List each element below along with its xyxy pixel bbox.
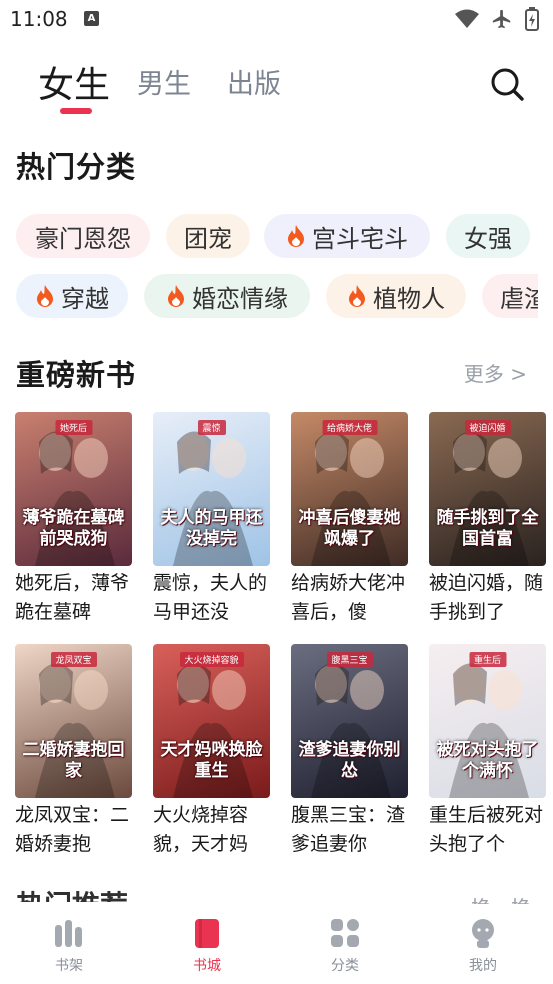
book-cover[interactable]: 震惊夫人的马甲还没掉完 xyxy=(153,412,270,566)
cover-tag: 她死后 xyxy=(54,420,93,435)
book-title[interactable]: 震惊，夫人的马甲还没 xyxy=(153,569,270,627)
book-cover[interactable]: 龙凤双宝二婚娇妻抱回家 xyxy=(15,644,132,798)
status-time: 11:08 xyxy=(10,7,68,31)
book-cover[interactable]: 重生后被死对头抱了个满怀 xyxy=(429,644,546,798)
book-cover[interactable]: 大火烧掉容貌天才妈咪换脸重生 xyxy=(153,644,270,798)
cover-title: 天才妈咪换脸重生 xyxy=(160,740,263,781)
book-card[interactable]: 腹黑三宝渣爹追妻你别怂腹黑三宝：渣爹追妻你 xyxy=(291,644,408,859)
nav-shelf-label: 书架 xyxy=(55,958,83,974)
cover-title: 随手挑到了全国首富 xyxy=(436,508,539,549)
cover-tag: 重生后 xyxy=(468,652,507,667)
cover-tag: 给病娇大佬 xyxy=(321,420,378,435)
channel-tabs: 女生 男生 出版 xyxy=(0,52,553,122)
book-title[interactable]: 她死后，薄爷跪在墓碑 xyxy=(15,569,132,627)
category-chip[interactable]: 宫斗宅斗 xyxy=(264,214,430,258)
book-cover[interactable]: 被迫闪婚随手挑到了全国首富 xyxy=(429,412,546,566)
cover-title: 夫人的马甲还没掉完 xyxy=(160,508,263,549)
category-chip-row-1: 豪门恩怨 团宠 宫斗宅斗 女强 xyxy=(16,214,538,260)
category-chip-label: 婚恋情缘 xyxy=(192,284,288,313)
book-title[interactable]: 重生后被死对头抱了个 xyxy=(429,801,546,859)
category-chip-label: 穿越 xyxy=(61,284,109,313)
book-card[interactable]: 大火烧掉容貌天才妈咪换脸重生大火烧掉容貌，天才妈 xyxy=(153,644,270,859)
cover-tag: 震惊 xyxy=(197,420,226,435)
book-cover[interactable]: 腹黑三宝渣爹追妻你别怂 xyxy=(291,644,408,798)
tab-male[interactable]: 男生 xyxy=(137,62,191,101)
book-title[interactable]: 被迫闪婚，随手挑到了 xyxy=(429,569,546,627)
nav-category-label: 分类 xyxy=(331,958,359,974)
book-title[interactable]: 龙凤双宝：二婚娇妻抱 xyxy=(15,801,132,859)
category-chip[interactable]: 植物人 xyxy=(326,274,466,318)
category-chip[interactable]: 婚恋情缘 xyxy=(144,274,310,318)
category-chip[interactable]: 虐渣 xyxy=(482,274,538,318)
category-chip-label: 女强 xyxy=(464,224,512,253)
category-chip[interactable]: 豪门恩怨 xyxy=(16,214,150,258)
bottom-nav: 书架 书城 分类 我的 xyxy=(0,904,553,984)
book-card[interactable]: 被迫闪婚随手挑到了全国首富被迫闪婚，随手挑到了 xyxy=(429,412,546,627)
book-card[interactable]: 震惊夫人的马甲还没掉完震惊，夫人的马甲还没 xyxy=(153,412,270,627)
category-chip[interactable]: 女强 xyxy=(446,214,530,258)
nav-store[interactable]: 书城 xyxy=(167,916,247,975)
cover-tag: 大火烧掉容貌 xyxy=(179,652,244,667)
flame-icon xyxy=(288,225,304,247)
nav-mine[interactable]: 我的 xyxy=(443,916,523,975)
status-bar: 11:08 A xyxy=(0,0,553,38)
cover-tag: 龙凤双宝 xyxy=(50,652,97,667)
category-icon xyxy=(331,919,359,947)
book-card[interactable]: 重生后被死对头抱了个满怀重生后被死对头抱了个 xyxy=(429,644,546,859)
cover-tag: 被迫闪婚 xyxy=(464,420,511,435)
tab-female[interactable]: 女生 xyxy=(38,56,110,108)
book-card[interactable]: 她死后薄爷跪在墓碑前哭成狗她死后，薄爷跪在墓碑 xyxy=(15,412,132,627)
notification-a-icon: A xyxy=(84,11,99,26)
book-cover[interactable]: 她死后薄爷跪在墓碑前哭成狗 xyxy=(15,412,132,566)
category-chip-label: 豪门恩怨 xyxy=(35,224,131,253)
cover-title: 被死对头抱了个满怀 xyxy=(436,740,539,781)
book-cover[interactable]: 给病娇大佬冲喜后傻妻她飒爆了 xyxy=(291,412,408,566)
category-chip-label: 虐渣 xyxy=(500,284,538,313)
new-books-title: 重磅新书 xyxy=(16,358,137,392)
cover-title: 冲喜后傻妻她飒爆了 xyxy=(298,508,401,549)
flame-icon xyxy=(37,285,53,307)
wifi-icon xyxy=(455,9,479,28)
new-books-more-link[interactable]: 更多 > xyxy=(464,358,527,387)
tab-publish[interactable]: 出版 xyxy=(227,62,281,101)
search-icon[interactable] xyxy=(489,66,525,102)
book-card[interactable]: 龙凤双宝二婚娇妻抱回家龙凤双宝：二婚娇妻抱 xyxy=(15,644,132,859)
nav-shelf[interactable]: 书架 xyxy=(29,916,109,975)
cover-title: 渣爹追妻你别怂 xyxy=(298,740,401,781)
category-chip-label: 宫斗宅斗 xyxy=(312,224,408,253)
book-title[interactable]: 大火烧掉容貌，天才妈 xyxy=(153,801,270,859)
book-card[interactable]: 给病娇大佬冲喜后傻妻她飒爆了给病娇大佬冲喜后，傻 xyxy=(291,412,408,627)
hot-categories-title: 热门分类 xyxy=(16,150,137,184)
category-chip-label: 团宠 xyxy=(184,224,232,253)
nav-store-label: 书城 xyxy=(193,958,221,974)
cover-title: 薄爷跪在墓碑前哭成狗 xyxy=(22,508,125,549)
book-title[interactable]: 腹黑三宝：渣爹追妻你 xyxy=(291,801,408,859)
category-chip-label: 植物人 xyxy=(373,284,445,313)
bookstore-icon xyxy=(195,919,219,948)
tab-active-indicator xyxy=(60,108,92,114)
battery-icon xyxy=(525,7,539,31)
cover-tag: 腹黑三宝 xyxy=(326,652,373,667)
flame-icon xyxy=(168,285,184,307)
flame-icon xyxy=(349,285,365,307)
profile-icon xyxy=(472,919,494,948)
book-title[interactable]: 给病娇大佬冲喜后，傻 xyxy=(291,569,408,627)
bookshelf-icon xyxy=(55,920,82,947)
nav-mine-label: 我的 xyxy=(469,958,497,974)
status-icons xyxy=(455,7,539,31)
airplane-icon xyxy=(492,9,511,29)
category-chip[interactable]: 团宠 xyxy=(166,214,250,258)
cover-title: 二婚娇妻抱回家 xyxy=(22,740,125,781)
category-chip[interactable]: 穿越 xyxy=(16,274,128,318)
category-chip-row-2: 穿越 婚恋情缘 植物人 虐渣 xyxy=(16,274,538,320)
nav-category[interactable]: 分类 xyxy=(305,916,385,975)
